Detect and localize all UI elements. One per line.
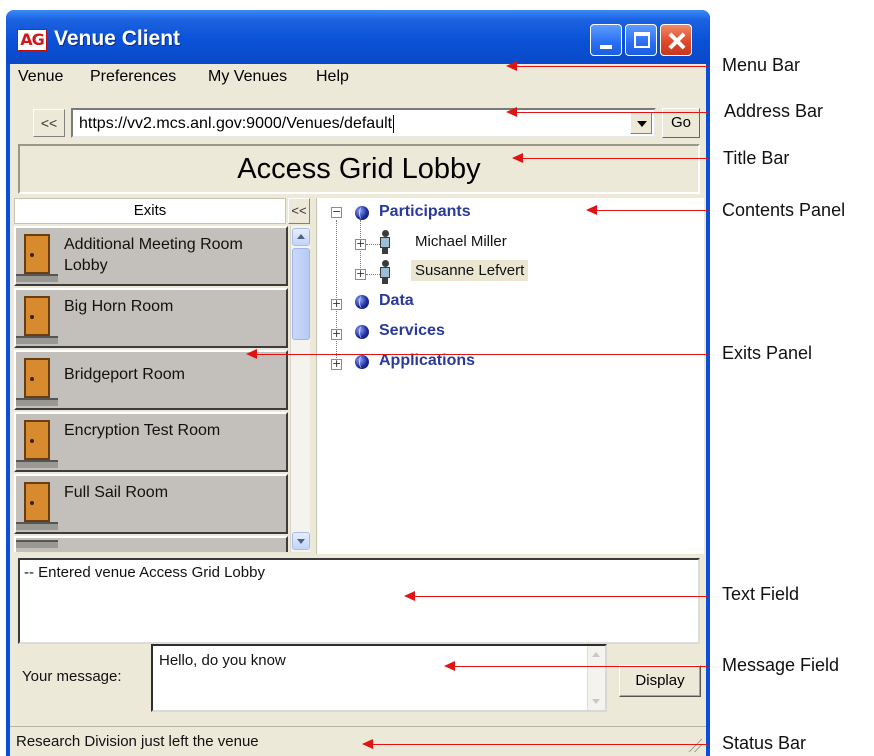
expand-icon[interactable]: + [331, 358, 342, 370]
callout-arrow-icon [444, 661, 455, 671]
venue-title: Access Grid Lobby [18, 144, 700, 194]
exit-label: Additional Meeting Room Lobby [64, 236, 243, 274]
callout-line [588, 210, 708, 211]
callout-text-field: Text Field [722, 584, 800, 604]
callout-contents-panel: Contents Panel [722, 200, 846, 220]
message-scrollbar[interactable] [587, 646, 605, 710]
door-icon [24, 296, 50, 336]
text-field[interactable]: -- Entered venue Access Grid Lobby [18, 558, 700, 644]
window-titlebar[interactable]: AG Venue Client [6, 10, 710, 64]
exit-item[interactable]: Encryption Test Room [14, 412, 288, 472]
callout-arrow-icon [362, 739, 373, 749]
door-icon [24, 358, 50, 398]
callout-line [248, 354, 708, 355]
text-caret [393, 115, 395, 133]
address-url: https://vv2.mcs.anl.gov:9000/Venues/defa… [79, 115, 393, 133]
back-button[interactable]: << [33, 109, 65, 137]
exits-header: Exits [14, 198, 286, 224]
door-icon [24, 234, 50, 274]
venue-client-window: AG Venue Client Venue Preferences My Ven… [6, 10, 710, 756]
exit-label: Big Horn Room [64, 298, 174, 315]
participant-name-selected[interactable]: Susanne Lefvert [411, 260, 529, 281]
display-button[interactable]: Display [619, 665, 701, 697]
expand-icon[interactable]: + [355, 238, 366, 250]
callout-message-field: Message Field [722, 655, 840, 675]
exit-item-partial[interactable] [14, 536, 288, 552]
callout-exits-panel: Exits Panel [722, 343, 813, 363]
contents-panel: − Participants + Michael Miller + Susann… [316, 198, 704, 554]
callout-arrow-icon [506, 107, 517, 117]
callout-arrow-icon [586, 205, 597, 215]
collapse-icon[interactable]: − [331, 206, 342, 218]
exits-scrollbar[interactable] [290, 226, 310, 552]
collapse-exits-button[interactable]: << [288, 198, 310, 224]
menu-my-venues[interactable]: My Venues [208, 68, 287, 86]
scroll-down-icon[interactable] [292, 532, 310, 550]
scroll-thumb[interactable] [292, 248, 310, 340]
minimize-icon[interactable] [590, 24, 622, 56]
category-data[interactable]: Data [379, 292, 414, 310]
access-grid-app-icon: AG [17, 29, 47, 51]
exit-item[interactable]: Full Sail Room [14, 474, 288, 534]
callout-line [514, 158, 708, 159]
exit-label: Encryption Test Room [64, 422, 221, 439]
message-input[interactable]: Hello, do you know [151, 644, 607, 712]
globe-icon [355, 325, 369, 339]
text-field-content: -- Entered venue Access Grid Lobby [24, 564, 265, 581]
callout-line [364, 744, 708, 745]
callout-line [406, 596, 708, 597]
exits-list: Additional Meeting Room Lobby Big Horn R… [14, 226, 288, 552]
callout-menu-bar: Menu Bar [722, 55, 801, 75]
address-dropdown-icon[interactable] [630, 112, 652, 134]
callout-line [446, 666, 708, 667]
callout-arrow-icon [506, 61, 517, 71]
callout-address-bar: Address Bar [724, 101, 824, 121]
callout-arrow-icon [512, 153, 523, 163]
callout-status-bar: Status Bar [722, 733, 807, 753]
callout-arrow-icon [246, 349, 257, 359]
menu-bar: Venue Preferences My Venues Help [10, 64, 706, 90]
status-bar: Research Division just left the venue [10, 726, 706, 756]
participant-icon [379, 260, 391, 284]
window-client-area: Venue Preferences My Venues Help << http… [10, 64, 706, 756]
expand-icon[interactable]: + [355, 268, 366, 280]
menu-venue[interactable]: Venue [18, 68, 63, 86]
callout-line [508, 66, 708, 67]
expand-icon[interactable]: + [331, 328, 342, 340]
message-label: Your message: [22, 668, 122, 685]
globe-icon [355, 355, 369, 369]
exit-label: Full Sail Room [64, 484, 169, 501]
exit-label: Bridgeport Room [64, 366, 185, 383]
door-icon [24, 482, 50, 522]
category-participants[interactable]: Participants [379, 203, 471, 221]
door-icon [24, 420, 50, 460]
callout-arrow-icon [404, 591, 415, 601]
participant-icon [379, 230, 391, 254]
globe-icon [355, 206, 369, 220]
close-icon[interactable] [660, 24, 692, 56]
menu-preferences[interactable]: Preferences [90, 68, 176, 86]
callout-line [508, 112, 708, 113]
status-text: Research Division just left the venue [16, 733, 259, 750]
resize-grip-icon[interactable] [688, 738, 702, 752]
exit-item[interactable]: Big Horn Room [14, 288, 288, 348]
window-title: Venue Client [54, 27, 181, 50]
exit-item[interactable]: Bridgeport Room [14, 350, 288, 410]
globe-icon [355, 295, 369, 309]
callout-title-bar: Title Bar [723, 148, 790, 168]
participant-name[interactable]: Michael Miller [411, 231, 511, 252]
scroll-up-icon[interactable] [292, 228, 310, 246]
expand-icon[interactable]: + [331, 298, 342, 310]
message-text: Hello, do you know [159, 652, 286, 669]
category-services[interactable]: Services [379, 322, 445, 340]
menu-help[interactable]: Help [316, 68, 349, 86]
exit-item[interactable]: Additional Meeting Room Lobby [14, 226, 288, 286]
maximize-icon[interactable] [625, 24, 657, 56]
